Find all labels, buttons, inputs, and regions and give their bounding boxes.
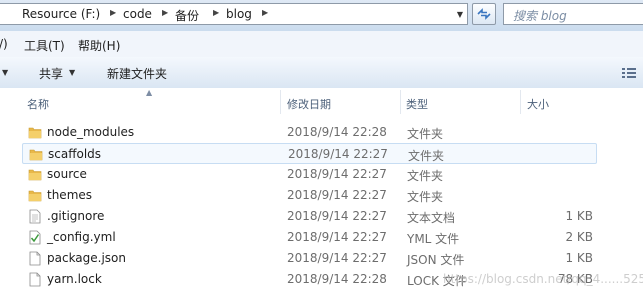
file-date: 2018/9/14 22:27 bbox=[287, 251, 387, 265]
file-date: 2018/9/14 22:28 bbox=[287, 125, 387, 139]
file-date: 2018/9/14 22:27 bbox=[288, 147, 388, 161]
watermark-text: https://blog.csdn.net/qq_4......525 bbox=[443, 272, 643, 286]
file-name: source bbox=[47, 167, 87, 181]
file-type: 文件夹 bbox=[407, 127, 444, 141]
file-row-scaffolds[interactable]: scaffolds 2018/9/14 22:27 文件夹 bbox=[22, 143, 597, 164]
file-type: JSON 文件 bbox=[407, 253, 465, 267]
file-row-node-modules[interactable]: node_modules 2018/9/14 22:28 文件夹 bbox=[22, 122, 597, 143]
new-folder-button[interactable]: 新建文件夹 bbox=[107, 65, 167, 82]
file-type: 文本文档 bbox=[407, 211, 456, 225]
file-name: yarn.lock bbox=[47, 272, 102, 286]
breadcrumb-separator-icon[interactable]: ▶ bbox=[110, 8, 116, 17]
refresh-button[interactable] bbox=[472, 3, 496, 25]
file-name: package.json bbox=[47, 251, 127, 265]
refresh-icon bbox=[477, 8, 491, 20]
share-button[interactable]: 共享 bbox=[39, 65, 63, 82]
breadcrumb-backup[interactable]: 备份 bbox=[175, 7, 199, 24]
menu-item-help[interactable]: 帮助(H) bbox=[78, 37, 120, 54]
breadcrumb-separator-icon[interactable]: ▶ bbox=[262, 8, 268, 17]
column-divider[interactable] bbox=[280, 90, 281, 114]
text-file-icon bbox=[28, 209, 42, 224]
column-header-size[interactable]: 大小 bbox=[527, 96, 549, 112]
file-type: 文件夹 bbox=[407, 190, 444, 204]
breadcrumb-separator-icon[interactable]: ▶ bbox=[162, 8, 168, 17]
file-icon bbox=[28, 272, 42, 287]
file-row-config-yml[interactable]: _config.yml 2018/9/14 22:27 YML 文件 2 KB bbox=[22, 227, 597, 248]
sort-ascending-icon: ▲ bbox=[146, 88, 153, 97]
file-name: themes bbox=[47, 188, 93, 202]
address-dropdown-icon[interactable]: ▼ bbox=[452, 7, 468, 23]
file-date: 2018/9/14 22:27 bbox=[287, 209, 387, 223]
file-icon bbox=[28, 251, 42, 266]
file-size: 1 KB bbox=[565, 251, 593, 265]
file-date: 2018/9/14 22:27 bbox=[287, 230, 387, 244]
yml-file-icon bbox=[28, 230, 42, 245]
address-bar-region: Resource (F:) ▶ code ▶ 备份 ▶ blog ▶ ▼ 搜索 … bbox=[0, 0, 643, 31]
breadcrumb-drive[interactable]: Resource (F:) bbox=[22, 7, 100, 21]
column-header-type[interactable]: 类型 bbox=[406, 96, 428, 112]
view-options-icon[interactable] bbox=[622, 67, 636, 79]
column-header-name[interactable]: 名称 bbox=[27, 96, 49, 112]
search-placeholder: 搜索 blog bbox=[513, 9, 567, 23]
address-bar[interactable]: Resource (F:) ▶ code ▶ 备份 ▶ blog ▶ ▼ bbox=[0, 3, 468, 25]
file-date: 2018/9/14 22:27 bbox=[287, 167, 387, 181]
file-row-gitignore[interactable]: .gitignore 2018/9/14 22:27 文本文档 1 KB bbox=[22, 206, 597, 227]
file-size: 2 KB bbox=[565, 230, 593, 244]
search-input[interactable]: 搜索 blog bbox=[503, 3, 643, 25]
chevron-down-icon[interactable]: ▼ bbox=[2, 68, 8, 77]
file-type: YML 文件 bbox=[407, 232, 460, 246]
breadcrumb-separator-icon[interactable]: ▶ bbox=[213, 8, 219, 17]
file-type: 文件夹 bbox=[408, 149, 445, 163]
breadcrumb-blog[interactable]: blog bbox=[226, 7, 252, 21]
share-dropdown-icon[interactable]: ▼ bbox=[69, 68, 75, 77]
column-headers: ▲ 名称 修改日期 类型 大小 bbox=[0, 88, 643, 116]
folder-icon bbox=[28, 125, 42, 140]
file-date: 2018/9/14 22:28 bbox=[287, 272, 387, 286]
menu-item-view[interactable]: /) bbox=[0, 37, 8, 51]
folder-icon bbox=[29, 147, 43, 162]
file-row-themes[interactable]: themes 2018/9/14 22:27 文件夹 bbox=[22, 185, 597, 206]
breadcrumb-code[interactable]: code bbox=[123, 7, 152, 21]
file-size: 1 KB bbox=[565, 209, 593, 223]
file-row-package-json[interactable]: package.json 2018/9/14 22:27 JSON 文件 1 K… bbox=[22, 248, 597, 269]
command-toolbar: ▼ 共享 ▼ 新建文件夹 bbox=[0, 57, 643, 89]
folder-icon bbox=[28, 188, 42, 203]
file-row-source[interactable]: source 2018/9/14 22:27 文件夹 bbox=[22, 164, 597, 185]
file-type: 文件夹 bbox=[407, 169, 444, 183]
file-name: node_modules bbox=[47, 125, 135, 139]
file-name: _config.yml bbox=[47, 230, 116, 244]
menu-bar: /) 工具(T) 帮助(H) bbox=[0, 31, 643, 58]
column-divider[interactable] bbox=[400, 90, 401, 114]
file-date: 2018/9/14 22:27 bbox=[287, 188, 387, 202]
column-divider[interactable] bbox=[520, 90, 521, 114]
folder-icon bbox=[28, 167, 42, 182]
column-header-date[interactable]: 修改日期 bbox=[287, 96, 331, 112]
menu-item-tools[interactable]: 工具(T) bbox=[24, 37, 65, 54]
file-name: scaffolds bbox=[48, 147, 102, 161]
file-name: .gitignore bbox=[47, 209, 105, 223]
